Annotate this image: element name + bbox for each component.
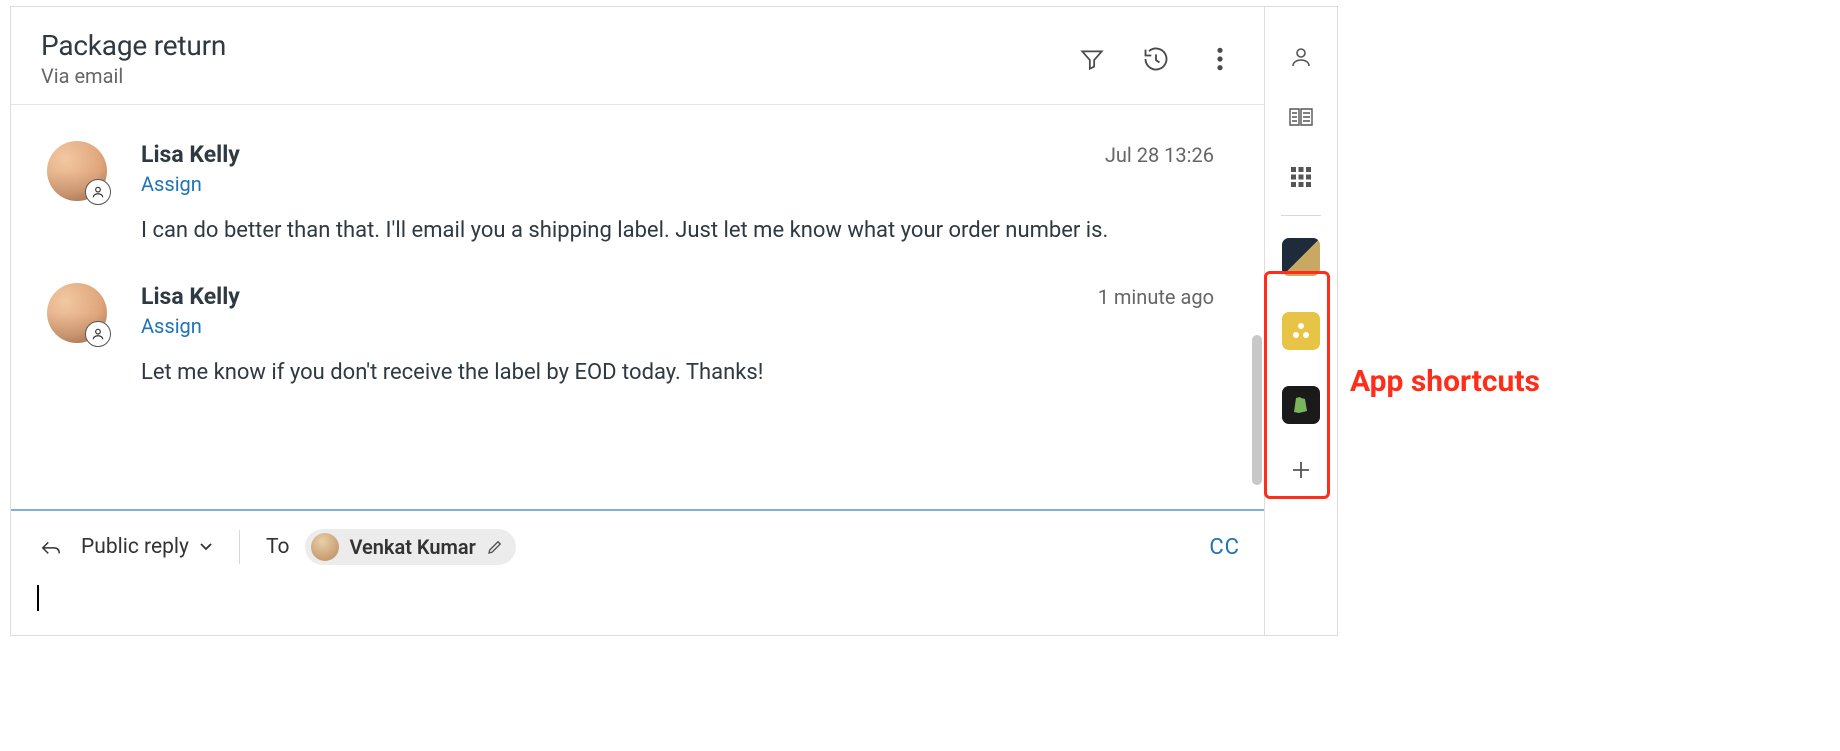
app-shortcut-2[interactable]	[1282, 312, 1320, 350]
annotation-label: App shortcuts	[1350, 364, 1540, 399]
sender-name[interactable]: Lisa Kelly	[141, 141, 240, 168]
ticket-title: Package return	[41, 29, 226, 62]
assign-link[interactable]: Assign	[141, 314, 202, 338]
chevron-down-icon	[199, 542, 213, 552]
reply-input[interactable]	[37, 585, 1240, 625]
divider	[239, 530, 240, 564]
sender-name[interactable]: Lisa Kelly	[141, 283, 240, 310]
to-label: To	[266, 535, 290, 559]
avatar[interactable]	[47, 283, 107, 343]
cc-button[interactable]: CC	[1209, 535, 1240, 560]
apps-grid-icon[interactable]	[1287, 163, 1315, 191]
recipient-chip[interactable]: Venkat Kumar	[305, 529, 515, 565]
app-shortcut-1[interactable]	[1282, 238, 1320, 276]
edit-icon	[486, 538, 504, 556]
message: Lisa Kelly 1 minute ago Assign Let me kn…	[11, 247, 1264, 389]
header-text: Package return Via email	[41, 29, 226, 88]
recipient-name: Venkat Kumar	[349, 535, 475, 559]
message-body: Lisa Kelly 1 minute ago Assign Let me kn…	[141, 283, 1220, 389]
message-text: Let me know if you don't receive the lab…	[141, 356, 1220, 389]
recipient-avatar	[311, 533, 339, 561]
avatar[interactable]	[47, 141, 107, 201]
ticket-header: Package return Via email	[11, 7, 1264, 105]
knowledge-icon[interactable]	[1287, 103, 1315, 131]
message-timestamp: 1 minute ago	[1098, 285, 1220, 309]
more-icon[interactable]	[1206, 45, 1234, 73]
message-timestamp: Jul 28 13:26	[1105, 143, 1220, 167]
reply-toolbar: Public reply To Venkat Kumar CC	[37, 529, 1240, 565]
main-column: Package return Via email	[11, 7, 1265, 635]
scrollbar[interactable]	[1252, 335, 1262, 485]
messages-list[interactable]: Lisa Kelly Jul 28 13:26 Assign I can do …	[11, 105, 1264, 509]
reply-type-label: Public reply	[81, 535, 189, 559]
add-app-icon[interactable]	[1287, 456, 1315, 484]
message-text: I can do better than that. I'll email yo…	[141, 214, 1220, 247]
reply-type-dropdown[interactable]: Public reply	[81, 535, 213, 559]
ticket-panel: Package return Via email	[10, 6, 1338, 636]
person-badge-icon	[85, 179, 111, 205]
reply-arrow-icon	[37, 533, 65, 561]
ticket-via: Via email	[41, 64, 226, 88]
message: Lisa Kelly Jul 28 13:26 Assign I can do …	[11, 105, 1264, 247]
filter-icon[interactable]	[1078, 45, 1106, 73]
app-shortcut-3[interactable]	[1282, 386, 1320, 424]
profile-icon[interactable]	[1287, 43, 1315, 71]
person-badge-icon	[85, 321, 111, 347]
message-body: Lisa Kelly Jul 28 13:26 Assign I can do …	[141, 141, 1220, 247]
side-rail	[1265, 7, 1337, 635]
rail-divider	[1281, 215, 1321, 216]
history-icon[interactable]	[1142, 45, 1170, 73]
assign-link[interactable]: Assign	[141, 172, 202, 196]
reply-box: Public reply To Venkat Kumar CC	[11, 509, 1264, 635]
header-actions	[1078, 45, 1234, 73]
